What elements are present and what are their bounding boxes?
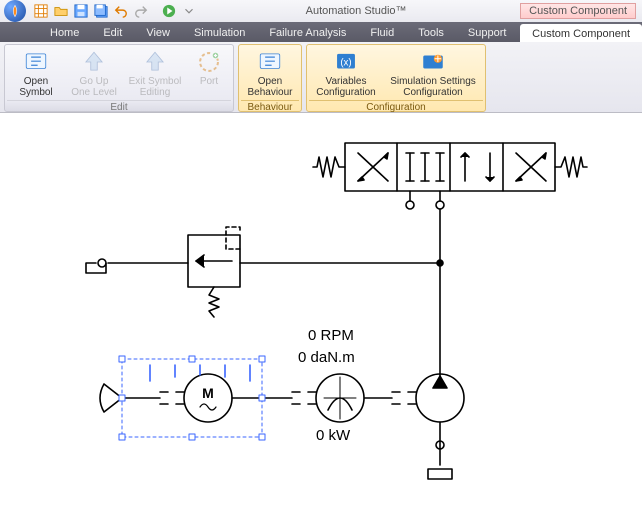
svg-text:(x): (x) bbox=[340, 57, 351, 68]
tab-simulation[interactable]: Simulation bbox=[182, 22, 257, 42]
port-button: Port bbox=[187, 47, 231, 100]
arrow-up-icon bbox=[142, 49, 168, 75]
titlebar: Automation Studio™ Custom Component bbox=[0, 0, 642, 22]
port-label: Port bbox=[200, 76, 218, 87]
tab-failure-analysis[interactable]: Failure Analysis bbox=[257, 22, 358, 42]
open-behaviour-button[interactable]: Open Behaviour bbox=[241, 47, 299, 100]
tab-fluid[interactable]: Fluid bbox=[358, 22, 406, 42]
tab-support[interactable]: Support bbox=[456, 22, 519, 42]
tab-home[interactable]: Home bbox=[38, 22, 91, 42]
relief-valve-icon bbox=[188, 227, 240, 317]
sim-settings-label: Simulation Settings Configuration bbox=[390, 76, 476, 98]
ribbon-group-behaviour-label: Behaviour bbox=[241, 100, 299, 114]
exit-symbol-editing-button: Exit Symbol Editing bbox=[123, 47, 187, 100]
reading-power: 0 kW bbox=[316, 427, 350, 444]
reading-torque: 0 daN.m bbox=[298, 349, 355, 366]
open-symbol-icon bbox=[23, 49, 49, 75]
qat-redo-icon[interactable] bbox=[132, 2, 150, 20]
sim-settings-icon bbox=[420, 49, 446, 75]
qat-save-icon[interactable] bbox=[72, 2, 90, 20]
variables-icon: (x) bbox=[333, 49, 359, 75]
tab-strip: Home Edit View Simulation Failure Analys… bbox=[0, 22, 642, 42]
tab-view[interactable]: View bbox=[134, 22, 182, 42]
ribbon-group-configuration: (x) Variables Configuration Simulation S… bbox=[306, 44, 486, 112]
tab-custom-component[interactable]: Custom Component bbox=[520, 24, 642, 42]
go-up-label: Go Up One Level bbox=[71, 76, 117, 98]
open-symbol-button[interactable]: Open Symbol bbox=[7, 47, 65, 100]
open-symbol-label: Open Symbol bbox=[19, 76, 52, 98]
pump-icon bbox=[416, 374, 464, 422]
open-behaviour-label: Open Behaviour bbox=[247, 76, 292, 98]
tab-edit[interactable]: Edit bbox=[91, 22, 134, 42]
open-behaviour-icon bbox=[257, 49, 283, 75]
context-tab-label: Custom Component bbox=[520, 3, 636, 19]
arrow-up-icon bbox=[81, 49, 107, 75]
tab-tools[interactable]: Tools bbox=[406, 22, 456, 42]
simulation-settings-button[interactable]: Simulation Settings Configuration bbox=[383, 47, 483, 100]
ribbon: Open Symbol Go Up One Level Exit Symbol … bbox=[0, 42, 642, 113]
ribbon-group-configuration-label: Configuration bbox=[309, 100, 483, 114]
qat-saveall-icon[interactable] bbox=[92, 2, 110, 20]
svg-text:M: M bbox=[202, 385, 214, 401]
ribbon-group-edit-label: Edit bbox=[7, 100, 231, 114]
exit-symbol-label: Exit Symbol Editing bbox=[129, 76, 182, 98]
qat-grid-icon[interactable] bbox=[32, 2, 50, 20]
go-up-one-level-button: Go Up One Level bbox=[65, 47, 123, 100]
reading-speed: 0 RPM bbox=[308, 327, 354, 344]
ribbon-group-behaviour: Open Behaviour Behaviour bbox=[238, 44, 302, 112]
qat-open-icon[interactable] bbox=[52, 2, 70, 20]
electric-motor-icon: M bbox=[184, 374, 232, 422]
app-title: Automation Studio™ bbox=[200, 5, 512, 17]
variables-label: Variables Configuration bbox=[316, 76, 375, 98]
ribbon-group-edit: Open Symbol Go Up One Level Exit Symbol … bbox=[4, 44, 234, 112]
qat-dropdown-icon[interactable] bbox=[180, 2, 198, 20]
torque-sensor-icon bbox=[316, 374, 364, 422]
qat-run-icon[interactable] bbox=[160, 2, 178, 20]
qat-undo-icon[interactable] bbox=[112, 2, 130, 20]
port-icon bbox=[196, 49, 222, 75]
schematic-canvas[interactable]: M 0 RPM 0 daN.m bbox=[0, 113, 642, 530]
qat-separator bbox=[152, 2, 158, 20]
directional-valve-icon bbox=[313, 143, 587, 191]
app-logo-icon[interactable] bbox=[4, 0, 26, 22]
variables-configuration-button[interactable]: (x) Variables Configuration bbox=[309, 47, 383, 100]
